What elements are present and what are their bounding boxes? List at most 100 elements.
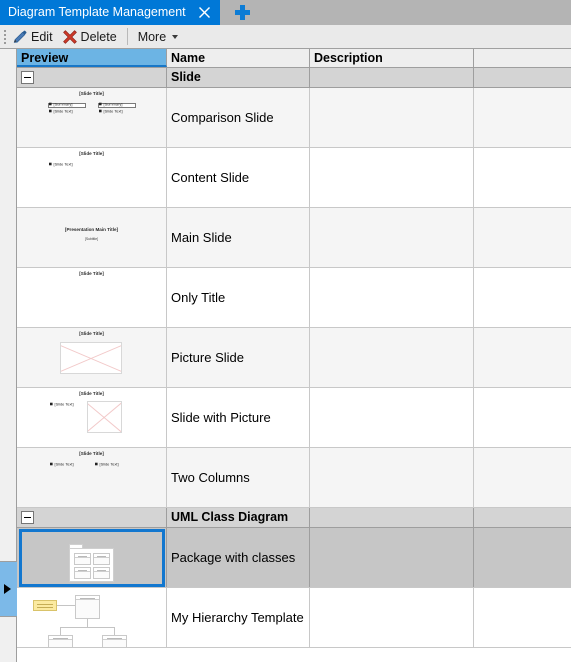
row-header-selected-indicator[interactable] bbox=[0, 561, 17, 617]
edit-button-label: Edit bbox=[31, 29, 53, 44]
row-name-cell: Picture Slide bbox=[167, 328, 310, 387]
column-header-row: Preview Name Description bbox=[17, 49, 571, 68]
new-tab-button[interactable] bbox=[219, 0, 266, 25]
thumb-title: [Slide Title] bbox=[79, 91, 104, 97]
thumb-bullet-right: [Slide Text] bbox=[95, 461, 119, 466]
row-name-cell: My Hierarchy Template bbox=[167, 588, 310, 647]
template-grid: Preview Name Description Slide [Slide Ti… bbox=[0, 49, 571, 662]
preview-only-title-slide: [Slide Title] bbox=[17, 268, 166, 327]
uml-connector bbox=[60, 627, 115, 628]
table-row[interactable]: [Slide Title] [Summary] [Slide Text] [Su… bbox=[17, 88, 571, 148]
row-extra-cell bbox=[474, 528, 571, 587]
tab-diagram-template-management[interactable]: Diagram Template Management bbox=[0, 0, 220, 25]
row-extra-cell bbox=[474, 208, 571, 267]
uml-class-box bbox=[74, 553, 91, 565]
tab-title: Diagram Template Management bbox=[8, 5, 186, 19]
edit-button[interactable]: Edit bbox=[9, 26, 59, 48]
uml-child-class-box bbox=[102, 635, 127, 647]
table-row[interactable]: [Slide Title] [Slide Text] Content Slide bbox=[17, 148, 571, 208]
row-preview-cell: [Slide Title] [Slide Text] [Slide Text] bbox=[17, 448, 167, 507]
more-button[interactable]: More bbox=[133, 26, 184, 48]
thumb-picture-placeholder bbox=[87, 401, 122, 433]
row-extra-cell bbox=[474, 448, 571, 507]
thumb-bullet-left: [Slide Text] bbox=[50, 461, 74, 466]
tab-strip: Diagram Template Management bbox=[0, 0, 571, 28]
row-description-cell bbox=[310, 148, 474, 207]
thumb-bullet: [Slide Text] bbox=[49, 161, 73, 166]
row-header-column bbox=[0, 49, 17, 662]
column-header-description[interactable]: Description bbox=[310, 49, 474, 67]
thumb-title: [Slide Title] bbox=[79, 451, 104, 457]
delete-x-icon bbox=[62, 29, 77, 44]
row-description-cell bbox=[310, 268, 474, 327]
row-description-cell bbox=[310, 208, 474, 267]
uml-child-class-box bbox=[48, 635, 73, 647]
table-row[interactable]: [Slide Title] [Slide Text] Slide with Pi… bbox=[17, 388, 571, 448]
table-row[interactable]: [Slide Title] Only Title bbox=[17, 268, 571, 328]
group-row-slide[interactable]: Slide bbox=[17, 68, 571, 88]
thumb-picture-placeholder bbox=[60, 342, 122, 374]
column-header-extra[interactable] bbox=[474, 49, 571, 67]
row-preview-cell: [Slide Title] [Slide Text] bbox=[17, 148, 167, 207]
tab-strip-filler bbox=[265, 0, 571, 25]
preview-uml-hierarchy bbox=[17, 588, 166, 647]
uml-connector bbox=[60, 627, 61, 635]
group-collapse-toggle-slide[interactable] bbox=[21, 71, 34, 84]
preview-uml-package-with-classes bbox=[17, 528, 166, 587]
group-row-extra-cell bbox=[474, 68, 571, 87]
row-name-cell: Two Columns bbox=[167, 448, 310, 507]
row-preview-cell: [Slide Title] [Slide Text] bbox=[17, 388, 167, 447]
uml-class-box bbox=[93, 553, 110, 565]
row-name-cell: Comparison Slide bbox=[167, 88, 310, 147]
uml-class-box bbox=[93, 567, 110, 579]
group-row-description-cell bbox=[310, 508, 474, 527]
table-row[interactable]: [Slide Title] [Slide Text] [Slide Text] … bbox=[17, 448, 571, 508]
current-row-arrow-icon bbox=[4, 584, 11, 594]
row-name-cell: Main Slide bbox=[167, 208, 310, 267]
row-preview-cell: [Presentation Main Title] [Subtitle] bbox=[17, 208, 167, 267]
toolbar-grip[interactable] bbox=[0, 25, 9, 49]
row-preview-cell bbox=[17, 528, 167, 587]
table-row[interactable]: [Presentation Main Title] [Subtitle] Mai… bbox=[17, 208, 571, 268]
thumb-column-header-left: [Summary] bbox=[49, 101, 73, 106]
preview-picture-slide: [Slide Title] bbox=[17, 328, 166, 387]
table-row[interactable]: [Slide Title] Picture Slide bbox=[17, 328, 571, 388]
uml-connector bbox=[57, 605, 75, 606]
group-row-label-uml-class-diagram: UML Class Diagram bbox=[167, 508, 310, 527]
table-row[interactable]: My Hierarchy Template bbox=[17, 588, 571, 648]
row-extra-cell bbox=[474, 588, 571, 647]
row-name-cell: Package with classes bbox=[167, 528, 310, 587]
column-header-name[interactable]: Name bbox=[167, 49, 310, 67]
column-header-preview[interactable]: Preview bbox=[17, 49, 167, 67]
uml-connector bbox=[87, 619, 88, 627]
close-icon[interactable] bbox=[196, 4, 214, 22]
uml-note-shape bbox=[33, 600, 57, 611]
preview-main-slide: [Presentation Main Title] [Subtitle] bbox=[17, 208, 166, 267]
thumb-bullet-right: [Slide Text] bbox=[99, 108, 123, 113]
thumb-title: [Slide Title] bbox=[79, 331, 104, 337]
group-row-preview-cell bbox=[17, 508, 167, 527]
row-extra-cell bbox=[474, 268, 571, 327]
row-description-cell bbox=[310, 328, 474, 387]
delete-button[interactable]: Delete bbox=[59, 26, 123, 48]
table-row-selected[interactable]: Package with classes bbox=[17, 528, 571, 588]
row-name-cell: Content Slide bbox=[167, 148, 310, 207]
row-description-cell bbox=[310, 528, 474, 587]
uml-package-body bbox=[69, 548, 114, 582]
row-extra-cell bbox=[474, 388, 571, 447]
uml-class-box bbox=[74, 567, 91, 579]
row-extra-cell bbox=[474, 148, 571, 207]
row-name-cell: Slide with Picture bbox=[167, 388, 310, 447]
toolbar-separator bbox=[126, 28, 128, 45]
group-row-uml-class-diagram[interactable]: UML Class Diagram bbox=[17, 508, 571, 528]
group-collapse-toggle-uml-class-diagram[interactable] bbox=[21, 511, 34, 524]
row-description-cell bbox=[310, 88, 474, 147]
diagram-template-management-window: Diagram Template Management Edit Delete … bbox=[0, 0, 571, 662]
row-preview-cell: [Slide Title] [Summary] [Slide Text] [Su… bbox=[17, 88, 167, 147]
row-preview-cell: [Slide Title] bbox=[17, 268, 167, 327]
preview-comparison-slide: [Slide Title] [Summary] [Slide Text] [Su… bbox=[17, 88, 166, 147]
preview-two-columns-slide: [Slide Title] [Slide Text] [Slide Text] bbox=[17, 448, 166, 507]
row-name-cell: Only Title bbox=[167, 268, 310, 327]
thumb-main-title: [Presentation Main Title] bbox=[64, 227, 119, 233]
group-row-label-slide: Slide bbox=[167, 68, 310, 87]
